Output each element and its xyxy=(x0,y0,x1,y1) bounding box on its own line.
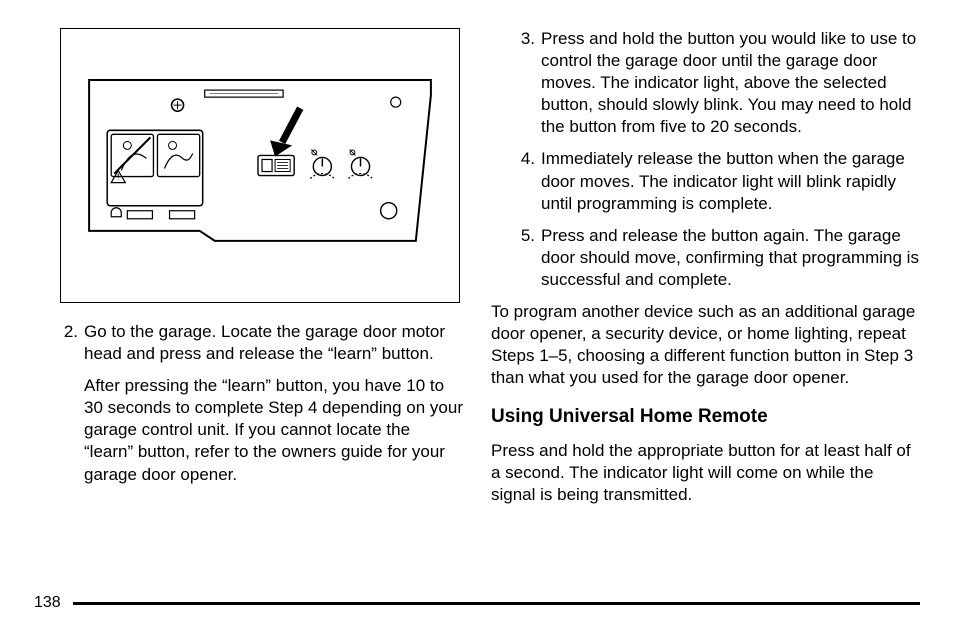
step-3: 3. Press and hold the button you would l… xyxy=(491,28,920,138)
step-4-text: Immediately release the button when the … xyxy=(541,148,920,214)
right-column: 3. Press and hold the button you would l… xyxy=(491,28,920,588)
page-number: 138 xyxy=(34,593,73,614)
section-heading: Using Universal Home Remote xyxy=(491,405,920,430)
step-2-number: 2. xyxy=(60,321,84,486)
step-4-number: 4. xyxy=(517,148,541,214)
step-5-text: Press and release the button again. The … xyxy=(541,225,920,291)
page-footer: 138 xyxy=(34,593,920,614)
step-2: 2. Go to the garage. Locate the garage d… xyxy=(34,321,463,486)
page-content: 2. Go to the garage. Locate the garage d… xyxy=(34,28,920,588)
step-5-number: 5. xyxy=(517,225,541,291)
closing-paragraph: To program another device such as an add… xyxy=(491,301,920,389)
step-3-number: 3. xyxy=(517,28,541,138)
usage-paragraph: Press and hold the appropriate button fo… xyxy=(491,440,920,506)
footer-rule xyxy=(73,602,920,605)
garage-motor-illustration xyxy=(69,37,451,294)
arrow-icon xyxy=(270,108,300,156)
step-2-body: Go to the garage. Locate the garage door… xyxy=(84,321,463,486)
step-2-text: Go to the garage. Locate the garage door… xyxy=(84,321,463,365)
step-5: 5. Press and release the button again. T… xyxy=(491,225,920,291)
garage-motor-diagram xyxy=(60,28,460,303)
dial-1 xyxy=(310,149,334,178)
step-4: 4. Immediately release the button when t… xyxy=(491,148,920,214)
step-3-text: Press and hold the button you would like… xyxy=(541,28,920,138)
dial-2 xyxy=(348,149,372,178)
step-2-sub: After pressing the “learn” button, you h… xyxy=(84,375,463,485)
left-column: 2. Go to the garage. Locate the garage d… xyxy=(34,28,463,588)
